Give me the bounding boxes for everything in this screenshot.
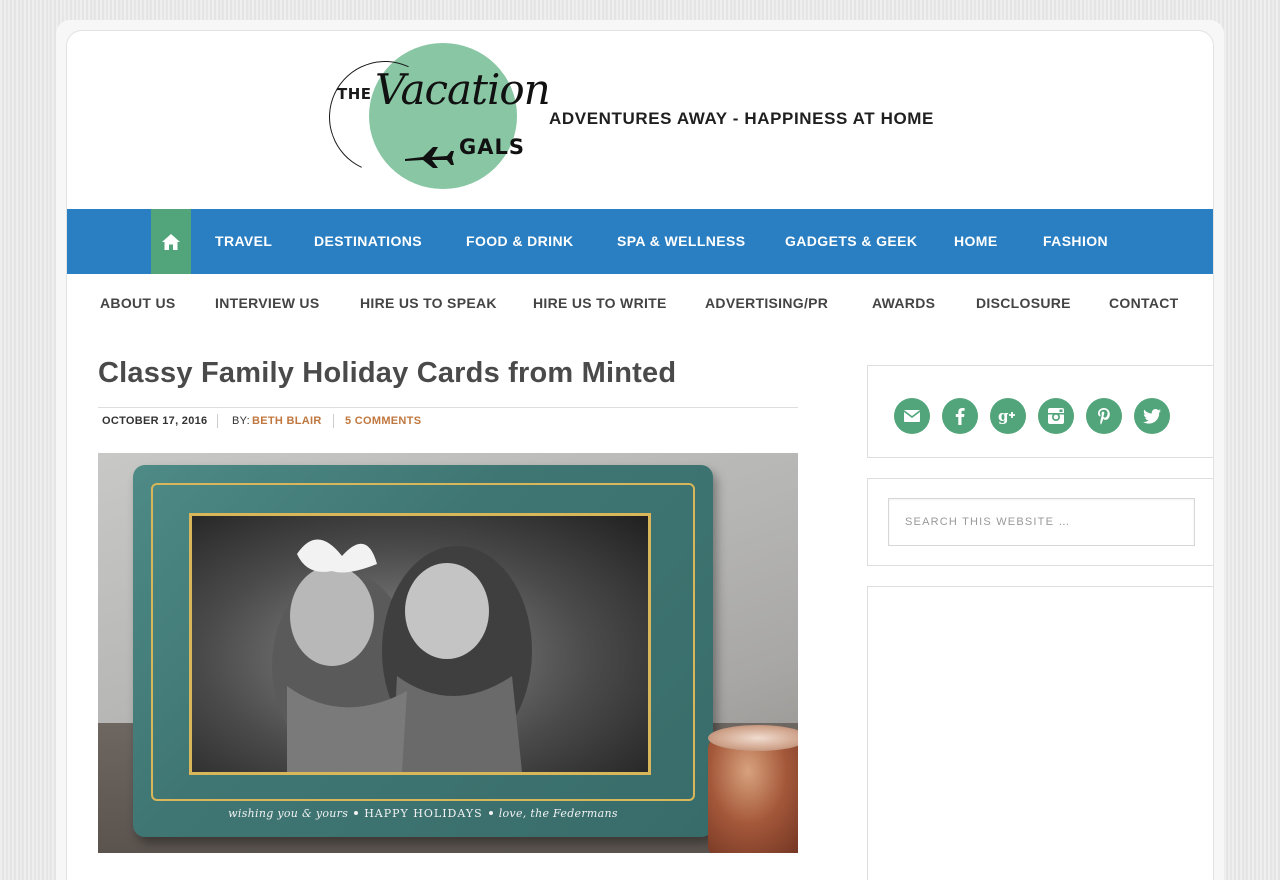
post-author-link[interactable]: BETH BLAIR [252, 415, 322, 427]
nav-item-spa-wellness[interactable]: SPA & WELLNESS [617, 209, 746, 274]
facebook-icon[interactable] [942, 398, 978, 434]
card-family-photo [189, 513, 651, 775]
pinterest-icon[interactable] [1086, 398, 1122, 434]
nav-item-fashion[interactable]: FASHION [1043, 209, 1108, 274]
nav-item-hire-speak[interactable]: HIRE US TO SPEAK [360, 274, 497, 332]
instagram-icon[interactable] [1038, 398, 1074, 434]
email-icon[interactable] [894, 398, 930, 434]
post-title[interactable]: Classy Family Holiday Cards from Minted [98, 357, 676, 390]
svg-text:g: g [998, 407, 1009, 425]
home-icon [162, 233, 180, 250]
nav-item-advertising-pr[interactable]: ADVERTISING/PR [705, 274, 828, 332]
caption-center: HAPPY HOLIDAYS [364, 807, 483, 820]
caption-left: wishing you & yours [228, 807, 349, 820]
nav-item-hire-write[interactable]: HIRE US TO WRITE [533, 274, 667, 332]
post-featured-image[interactable]: wishing you & yours HAPPY HOLIDAYS love, t… [98, 453, 798, 853]
twitter-icon[interactable] [1134, 398, 1170, 434]
meta-divider [333, 414, 334, 428]
nav-item-about-us[interactable]: ABOUT US [100, 274, 176, 332]
google-plus-icon[interactable]: g [990, 398, 1026, 434]
nav-item-travel[interactable]: TRAVEL [215, 209, 272, 274]
airplane-icon [405, 147, 454, 168]
caption-right: love, the Federmans [498, 807, 618, 820]
logo-text-the: THE [337, 85, 372, 103]
logo-text-vacation: Vacation [375, 65, 551, 114]
site-logo[interactable]: THE Vacation GALS ADVENTURES AWAY - HAPP… [313, 41, 949, 191]
sidebar-ad-widget [867, 586, 1213, 880]
search-widget [867, 478, 1213, 566]
meta-divider [217, 414, 218, 428]
children-photo-graphic [272, 539, 532, 772]
nav-home-button[interactable] [151, 209, 191, 274]
site-tagline: ADVENTURES AWAY - HAPPINESS AT HOME [549, 109, 934, 128]
logo-text-gals: GALS [459, 135, 525, 159]
nav-item-food-drink[interactable]: FOOD & DRINK [466, 209, 573, 274]
post-meta: OCTOBER 17, 2016 BY: BETH BLAIR 5 COMMEN… [98, 407, 798, 435]
site-container: THE Vacation GALS ADVENTURES AWAY - HAPP… [66, 30, 1214, 880]
nav-item-awards[interactable]: AWARDS [872, 274, 935, 332]
post-comments-link[interactable]: 5 COMMENTS [345, 415, 421, 427]
nav-item-home[interactable]: HOME [954, 209, 998, 274]
primary-nav: TRAVEL DESTINATIONS FOOD & DRINK SPA & W… [67, 209, 1213, 274]
nav-item-destinations[interactable]: DESTINATIONS [314, 209, 422, 274]
candle-top [708, 725, 798, 751]
social-widget: g [867, 365, 1213, 458]
post-date: OCTOBER 17, 2016 [102, 415, 208, 427]
card-caption: wishing you & yours HAPPY HOLIDAYS love, t… [133, 807, 713, 820]
copper-candle [708, 735, 798, 853]
nav-item-contact[interactable]: CONTACT [1109, 274, 1179, 332]
nav-item-gadgets-geek[interactable]: GADGETS & GEEK [785, 209, 917, 274]
post-by-label: BY: [232, 415, 251, 427]
holiday-card: wishing you & yours HAPPY HOLIDAYS love, t… [133, 465, 713, 837]
secondary-nav: ABOUT US INTERVIEW US HIRE US TO SPEAK H… [67, 274, 1213, 332]
nav-item-interview-us[interactable]: INTERVIEW US [215, 274, 319, 332]
search-input[interactable] [888, 498, 1195, 546]
nav-item-disclosure[interactable]: DISCLOSURE [976, 274, 1071, 332]
